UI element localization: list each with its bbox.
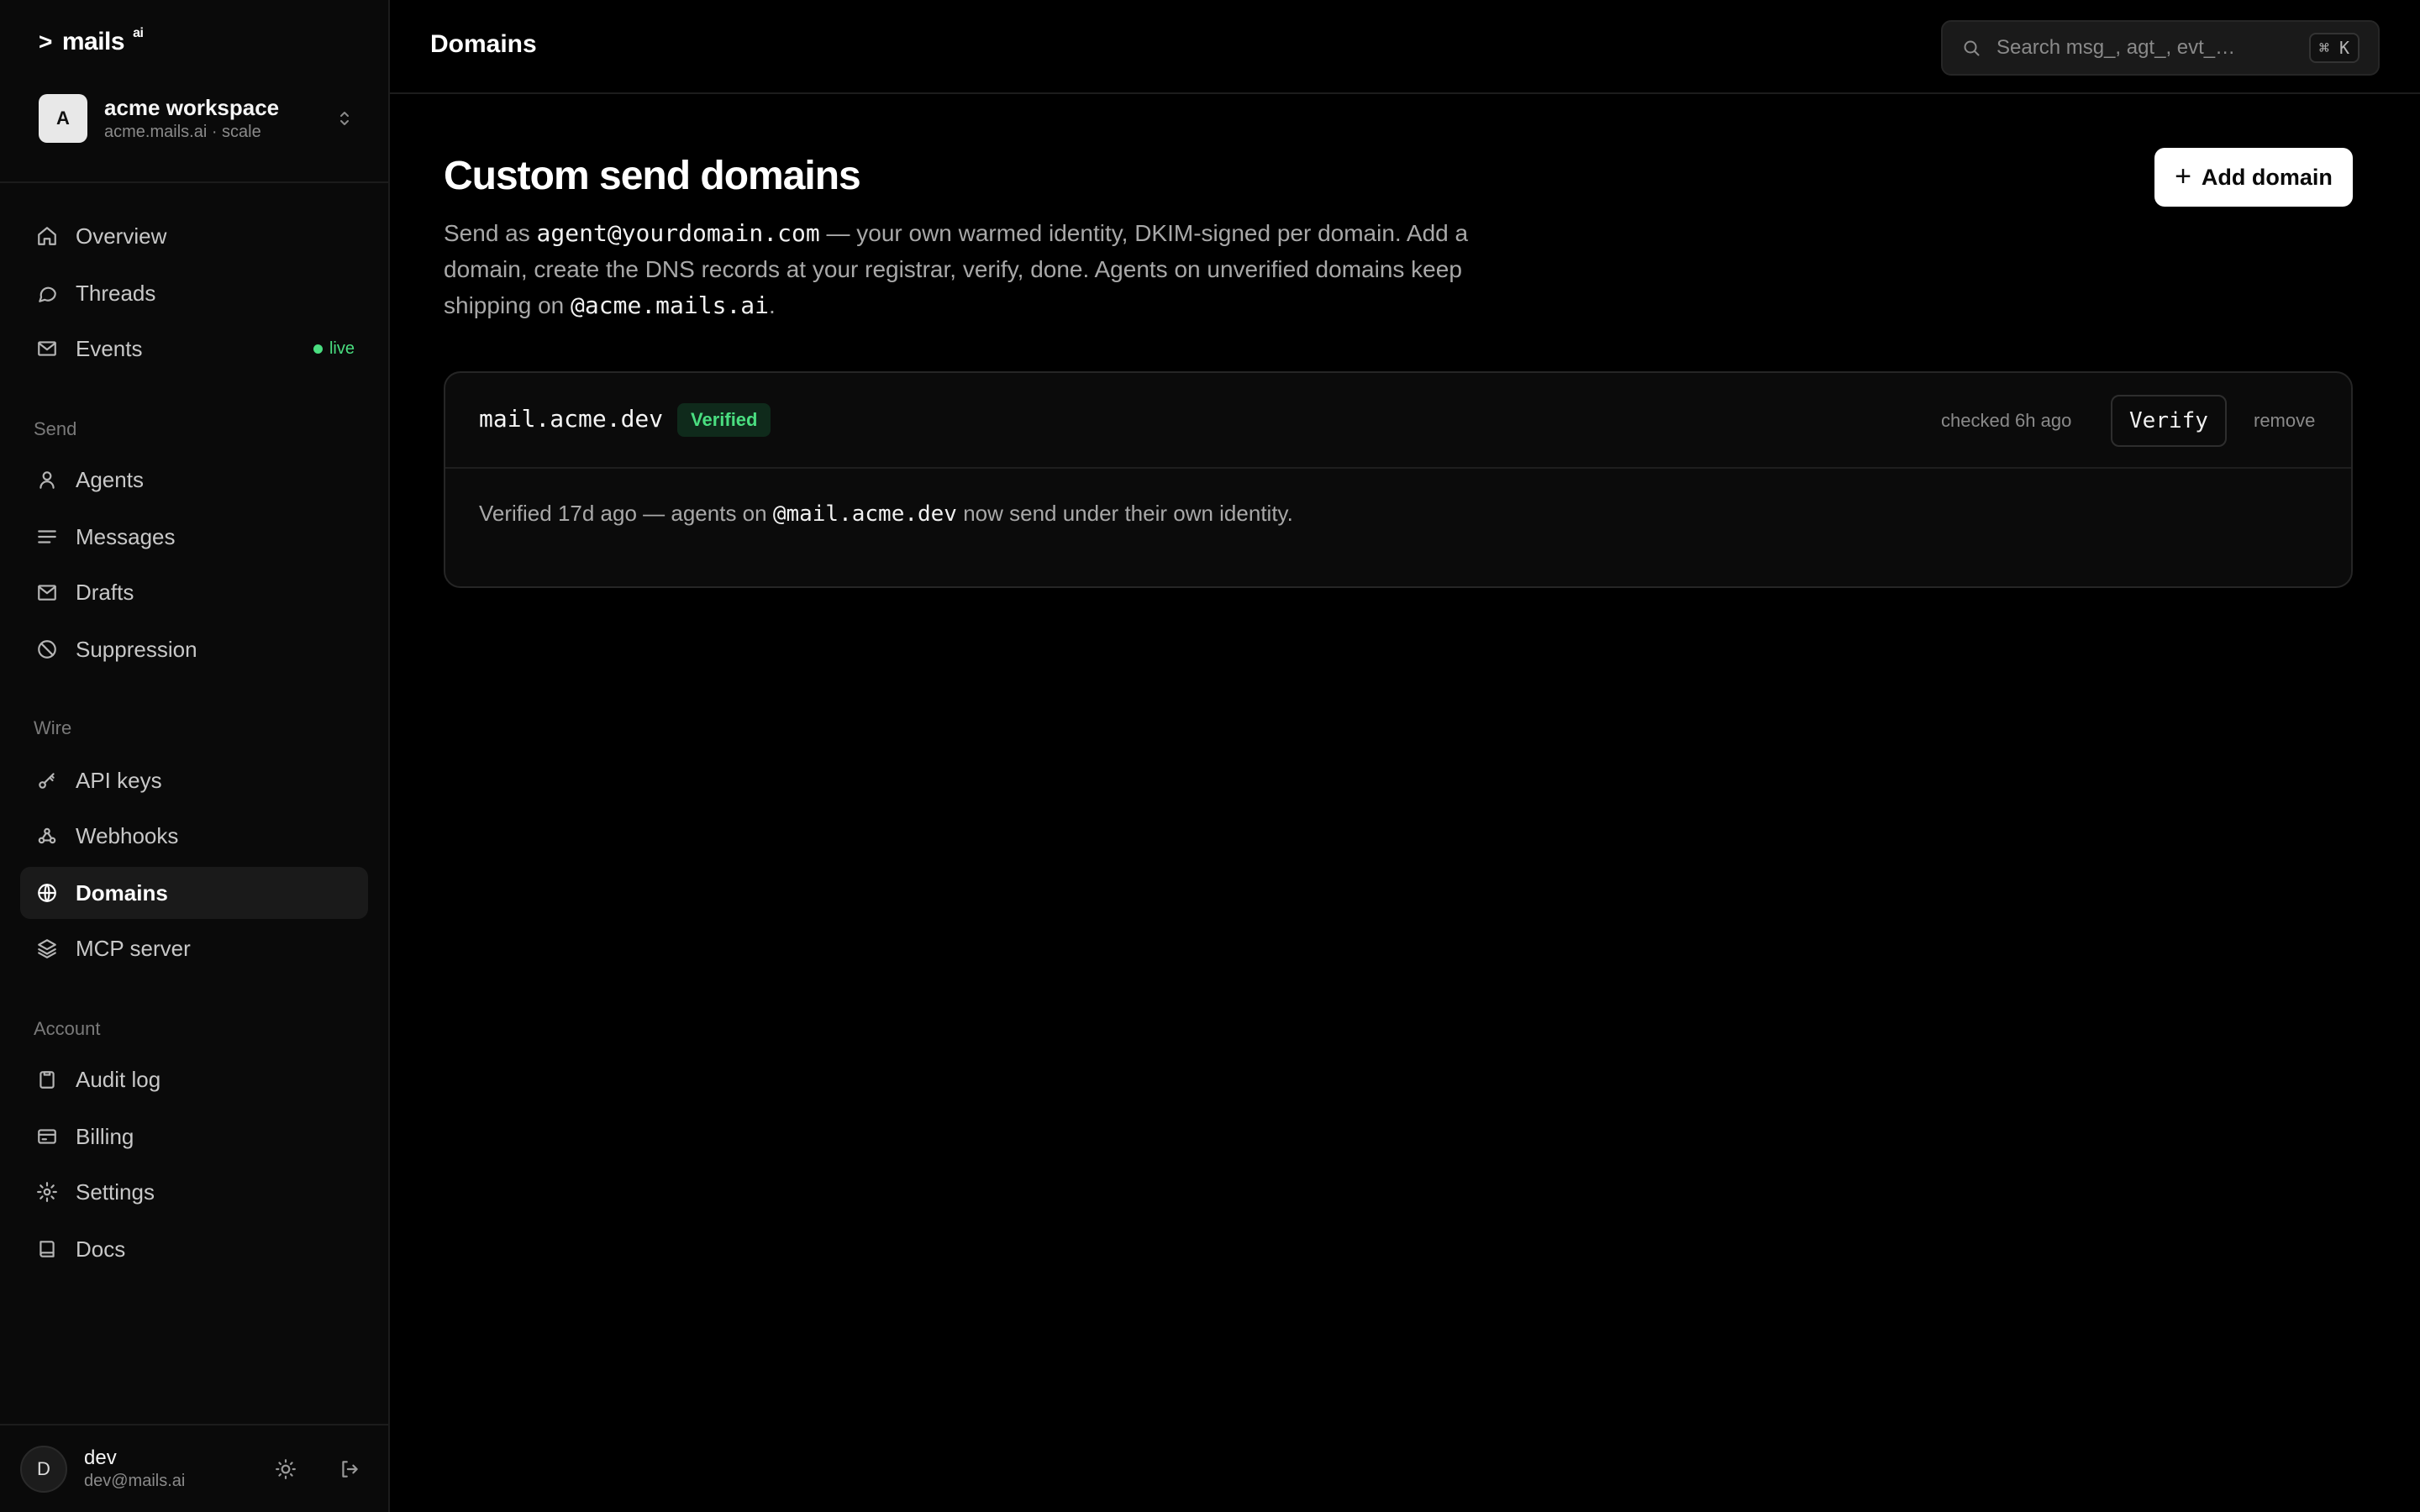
draft-mail-icon [35,580,59,604]
workspace-avatar: A [39,94,87,143]
user-profile: D dev dev@mails.ai [20,1443,368,1495]
avatar[interactable]: D [20,1446,67,1493]
sidebar: > mails ai A acme workspace acme.mails.ai… [0,0,390,1512]
sidebar-item-webhooks[interactable]: Webhooks [20,810,368,862]
sidebar-item-domains[interactable]: Domains [20,867,368,919]
sidebar-item-events[interactable]: Events live [20,323,368,375]
section-label-account: Account [34,1018,101,1039]
desc-text: Send as [444,220,537,246]
home-icon [35,224,59,248]
search-input[interactable]: Search msg_, agt_, evt_… ⌘ K [1941,20,2380,76]
sidebar-divider [0,181,388,183]
lines-icon [35,525,59,549]
user-text: dev dev@mails.ai [84,1446,244,1492]
sign-out-icon [342,1461,358,1478]
live-badge-label: live [329,339,355,358]
note-text: now send under their own identity. [956,501,1293,526]
chevron-up-down-icon [334,109,355,128]
globe-icon [35,881,59,905]
key-icon [35,769,59,792]
note-code: @mail.acme.dev [772,501,957,527]
sidebar-item-agents[interactable]: Agents [20,454,368,506]
mail-icon [35,337,59,360]
note-text: Verified 17d ago — agents on [479,501,773,526]
last-checked: checked 6h ago [1941,410,2072,431]
sidebar-item-audit-log[interactable]: Audit log [20,1053,368,1105]
sign-out-button[interactable] [331,1451,368,1488]
ban-icon [35,638,59,661]
sidebar-item-label: Docs [76,1236,126,1262]
sidebar-item-drafts[interactable]: Drafts [20,566,368,618]
sidebar-item-overview[interactable]: Overview [20,210,368,262]
sidebar-item-settings[interactable]: Settings [20,1166,368,1218]
theme-toggle-button[interactable] [267,1451,304,1488]
sidebar-item-label: MCP server [76,935,191,961]
add-domain-button[interactable]: + Add domain [2154,148,2353,207]
section-label-send: Send [34,418,77,439]
sidebar-item-docs[interactable]: Docs [20,1223,368,1275]
sidebar-item-label: Events [76,335,143,361]
logo-chevron-icon: > [39,29,52,55]
search-icon [1964,40,1980,56]
sun-icon [276,1459,296,1479]
live-badge: live [313,339,355,359]
workspace-switcher[interactable]: A acme workspace acme.mails.ai · scale [39,91,355,146]
clipboard-icon [35,1068,59,1091]
workspace-subtitle: acme.mails.ai · scale [104,123,261,141]
domain-name: mail.acme.dev [479,405,664,433]
sidebar-item-threads[interactable]: Threads [20,267,368,319]
desc-text: . [769,292,776,318]
sidebar-item-label: Overview [76,223,167,249]
user-name: dev [84,1446,117,1469]
sidebar-item-label: Domains [76,879,168,906]
remove-domain-link[interactable]: remove [2254,410,2315,432]
sidebar-item-billing[interactable]: Billing [20,1110,368,1163]
sidebar-item-label: Suppression [76,636,197,662]
sidebar-item-label: Drafts [76,579,134,605]
sidebar-divider [0,1424,388,1425]
sidebar-item-api-keys[interactable]: API keys [20,754,368,806]
page-title: Custom send domains [444,154,861,198]
sidebar-item-label: Webhooks [76,822,179,848]
sidebar-item-label: Settings [76,1179,155,1205]
layers-icon [35,937,59,960]
sidebar-item-mcp-server[interactable]: MCP server [20,922,368,974]
plus-icon: + [2175,160,2191,192]
chat-bubble-icon [35,281,59,305]
user-email: dev@mails.ai [84,1472,186,1490]
domain-card-header: mail.acme.dev Verified checked 6h ago Ve… [445,373,2351,469]
brand-sup: ai [133,26,144,40]
verify-button[interactable]: Verify [2111,395,2227,447]
book-icon [35,1237,59,1261]
page-description: Send as agent@yourdomain.com — your own … [444,215,1536,323]
page-header-title: Domains [430,30,537,58]
domain-note: Verified 17d ago — agents on @mail.acme.… [479,501,1293,527]
brand-name: mails [61,28,125,55]
gear-icon [35,1180,59,1204]
sidebar-item-label: Threads [76,280,156,306]
brand-logo[interactable]: > mails ai [39,25,144,59]
sidebar-item-messages[interactable]: Messages [20,511,368,563]
keyboard-shortcut: ⌘ K [2308,33,2360,63]
topbar: Domains Search msg_, agt_, evt_… ⌘ K [390,0,2420,94]
person-icon [35,468,59,491]
workspace-text: acme workspace acme.mails.ai · scale [104,94,334,143]
sidebar-item-label: Billing [76,1123,134,1149]
section-label-wire: Wire [34,717,72,738]
sidebar-item-label: Messages [76,523,176,549]
credit-card-icon [35,1125,59,1148]
sidebar-item-suppression[interactable]: Suppression [20,623,368,675]
search-placeholder: Search msg_, agt_, evt_… [1996,36,2236,59]
domain-card: mail.acme.dev Verified checked 6h ago Ve… [444,371,2353,588]
status-badge: Verified [677,403,771,437]
live-dot-icon [313,344,323,354]
sidebar-item-label: Audit log [76,1066,161,1092]
desc-code: agent@yourdomain.com [536,219,820,247]
workspace-name: acme workspace [104,95,280,120]
add-domain-label: Add domain [2201,164,2333,190]
sidebar-item-label: API keys [76,767,162,793]
webhook-icon [35,824,59,848]
sidebar-item-label: Agents [76,466,144,492]
desc-code: @acme.mails.ai [571,291,770,319]
